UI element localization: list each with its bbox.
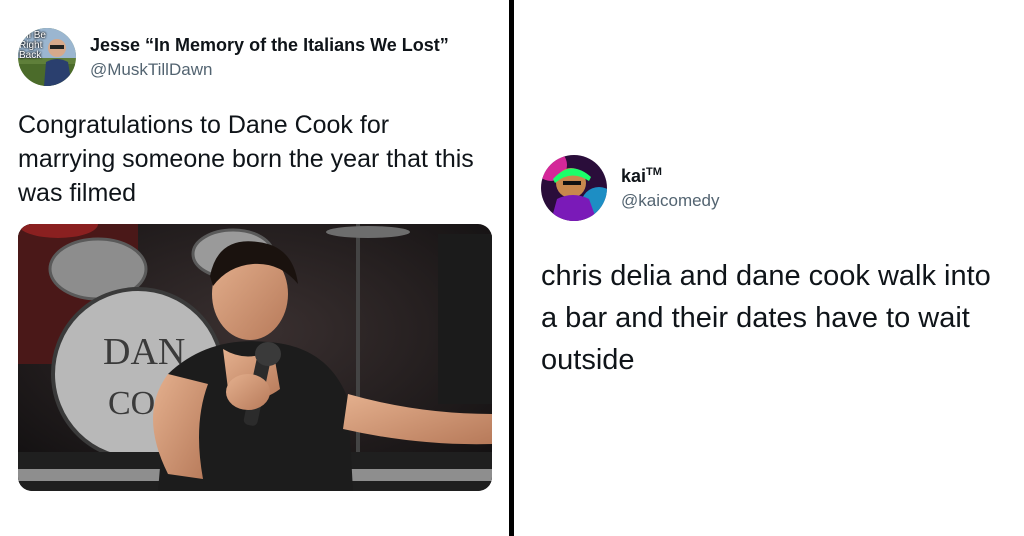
tweet-text: Congratulations to Dane Cook for marryin… — [18, 111, 474, 207]
handle[interactable]: @kaicomedy — [621, 190, 720, 211]
trademark-symbol: TM — [646, 166, 662, 179]
avatar-image — [541, 155, 607, 221]
display-name-text: kai — [621, 166, 647, 187]
display-name[interactable]: kaiTM — [621, 165, 720, 188]
tweet-card-kai[interactable]: kaiTM @kaicomedy chris delia and dane co… — [541, 155, 1011, 381]
handle[interactable]: @MuskTillDawn — [90, 59, 449, 80]
tweet-header: kaiTM @kaicomedy — [541, 155, 1011, 221]
avatar[interactable]: e'll Be Right Back — [18, 28, 76, 86]
avatar-caption: e'll Be Right Back — [19, 30, 46, 61]
tweet-header: e'll Be Right Back Jesse “In Memory of t… — [18, 28, 493, 86]
tweet-card-jesse[interactable]: e'll Be Right Back Jesse “In Memory of t… — [18, 28, 493, 491]
avatar[interactable] — [541, 155, 607, 221]
stage-photo: DAN CO — [18, 224, 492, 491]
display-name[interactable]: Jesse “In Memory of the Italians We Lost… — [90, 34, 449, 57]
tweet-media-photo[interactable]: DAN CO — [18, 224, 492, 491]
panel-divider — [509, 0, 514, 536]
tweet-text: chris delia and dane cook walk into a ba… — [541, 260, 991, 377]
svg-text:CO: CO — [108, 385, 155, 422]
drum-text: DAN — [103, 331, 185, 373]
